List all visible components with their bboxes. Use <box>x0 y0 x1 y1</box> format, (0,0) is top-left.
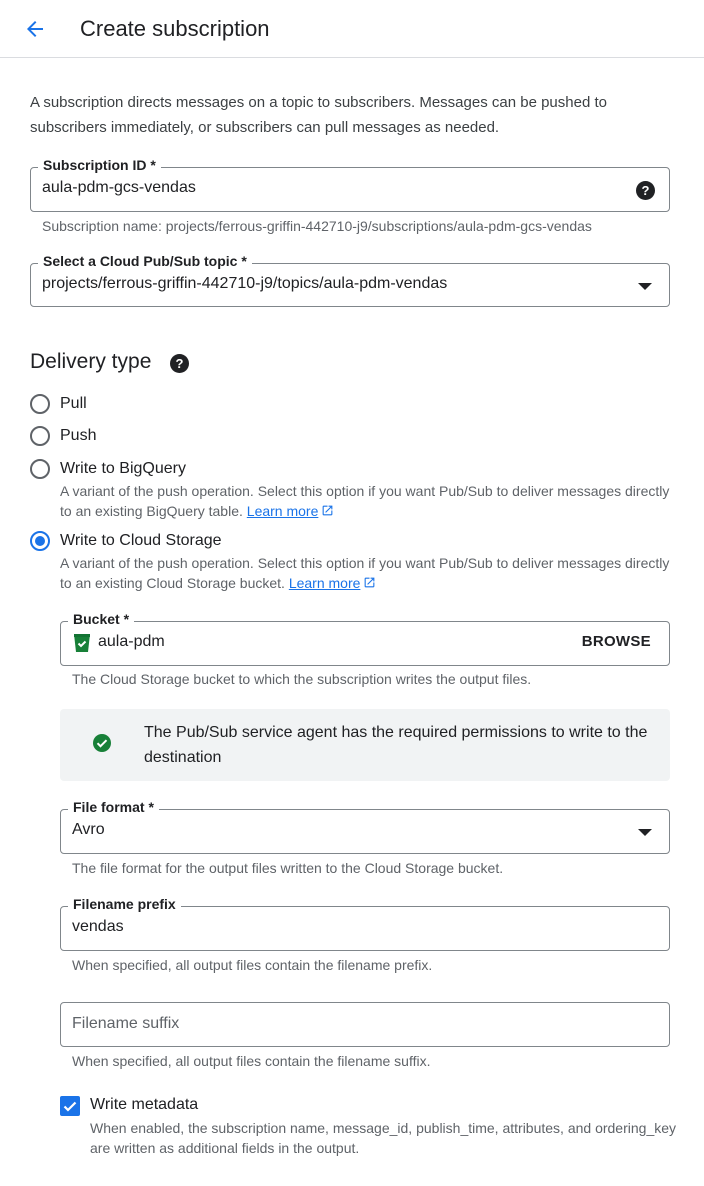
radio-cloud-storage[interactable] <box>30 531 50 551</box>
notice-text: The Pub/Sub service agent has the requir… <box>144 724 648 766</box>
bucket-icon <box>74 634 90 652</box>
open-in-new-icon <box>323 505 333 516</box>
bucket-field[interactable]: Bucket * aula-pdm BROWSE <box>60 611 670 666</box>
file-format-value: Avro <box>72 821 105 838</box>
open-in-new-icon <box>365 577 375 588</box>
subscription-name-hint: Subscription name: projects/ferrous-grif… <box>42 218 592 234</box>
radio-push-label: Push <box>60 427 97 444</box>
file-format-hint: The file format for the output files wri… <box>72 860 504 876</box>
bucket-value: aula-pdm <box>98 633 165 650</box>
delivery-type-title: Delivery type <box>30 350 151 374</box>
file-format-select[interactable]: File format * Avro <box>60 799 670 854</box>
intro-text: A subscription directs messages on a top… <box>30 94 607 136</box>
write-metadata-label: Write metadata <box>90 1096 199 1113</box>
check-icon <box>63 1101 77 1112</box>
learn-more-label: Learn more <box>246 503 319 519</box>
filename-prefix-field[interactable]: Filename prefix vendas <box>60 896 670 951</box>
help-icon[interactable]: ? <box>636 181 655 200</box>
radio-pull[interactable] <box>30 394 50 414</box>
subscription-id-label: Subscription ID * <box>38 157 161 173</box>
back-button[interactable] <box>18 12 52 46</box>
learn-more-link-cloud-storage[interactable]: Learn more <box>289 575 377 591</box>
topic-select[interactable]: Select a Cloud Pub/Sub topic * projects/… <box>30 253 670 307</box>
help-icon[interactable]: ? <box>170 354 189 373</box>
filename-suffix-placeholder[interactable]: Filename suffix <box>72 1015 179 1033</box>
dropdown-arrow-icon <box>638 283 652 290</box>
learn-more-label: Learn more <box>288 575 361 591</box>
learn-more-link-bigquery[interactable]: Learn more <box>247 503 335 519</box>
check-circle-icon <box>93 734 111 752</box>
filename-prefix-value[interactable]: vendas <box>72 918 124 936</box>
bigquery-description-text: A variant of the push operation. Select … <box>60 483 670 519</box>
radio-cloud-storage-label: Write to Cloud Storage <box>60 532 222 549</box>
subscription-id-field[interactable]: Subscription ID * aula-pdm-gcs-vendas ? <box>30 157 670 212</box>
topic-label: Select a Cloud Pub/Sub topic * <box>38 253 252 269</box>
bigquery-description: A variant of the push operation. Select … <box>60 481 680 521</box>
radio-bigquery-label: Write to BigQuery <box>60 460 186 477</box>
page-title: Create subscription <box>80 16 270 41</box>
radio-bigquery[interactable] <box>30 459 50 479</box>
delivery-type-heading: Delivery type <box>30 350 152 373</box>
radio-push[interactable] <box>30 426 50 446</box>
bucket-label: Bucket * <box>68 611 135 627</box>
bucket-hint: The Cloud Storage bucket to which the su… <box>72 671 532 687</box>
subscription-id-value[interactable]: aula-pdm-gcs-vendas <box>42 179 196 197</box>
page-header: Create subscription <box>0 0 704 58</box>
dropdown-arrow-icon <box>638 829 652 836</box>
filename-prefix-label: Filename prefix <box>68 896 181 912</box>
write-metadata-checkbox[interactable] <box>60 1096 80 1116</box>
filename-suffix-hint: When specified, all output files contain… <box>72 1053 431 1069</box>
file-format-label: File format * <box>68 799 159 815</box>
arrow-back-icon <box>27 21 43 37</box>
cloud-storage-description: A variant of the push operation. Select … <box>60 553 680 593</box>
permissions-notice: The Pub/Sub service agent has the requir… <box>60 709 670 781</box>
filename-prefix-hint: When specified, all output files contain… <box>72 957 433 973</box>
write-metadata-description: When enabled, the subscription name, mes… <box>90 1120 677 1156</box>
browse-button[interactable]: BROWSE <box>582 633 651 650</box>
radio-pull-label: Pull <box>60 395 87 412</box>
filename-suffix-field[interactable]: Filename suffix <box>60 1002 670 1047</box>
topic-value: projects/ferrous-griffin-442710-j9/topic… <box>42 275 448 292</box>
